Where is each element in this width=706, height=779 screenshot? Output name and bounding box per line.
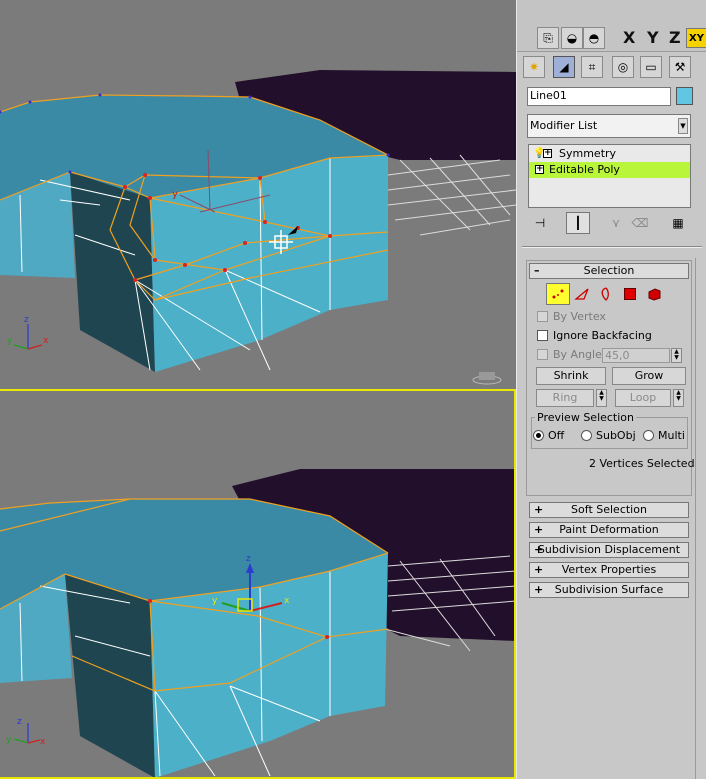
stack-toolbar: ⊣ ┃ ⋎ ⌫ ▦ bbox=[528, 212, 691, 236]
corner-axis-y: y bbox=[7, 336, 13, 346]
gizmo-z-label: z bbox=[246, 554, 251, 564]
remove-modifier-icon[interactable]: ⌫ bbox=[628, 212, 652, 234]
corner-axis-tripod bbox=[13, 324, 43, 350]
by-angle-label: By Angle: bbox=[553, 348, 606, 361]
stack-item-editable-poly[interactable]: + Editable Poly bbox=[529, 162, 690, 178]
ring-button[interactable]: Ring bbox=[536, 389, 594, 407]
corner-axis-x: x bbox=[43, 336, 49, 346]
bottom-viewport-scene: z x y z x y bbox=[0, 469, 514, 777]
configure-sets-icon[interactable]: ▦ bbox=[666, 212, 690, 234]
axis-xy-button[interactable]: XY bbox=[686, 28, 706, 48]
chevron-down-icon: ▼ bbox=[678, 118, 688, 134]
rollout-label: Soft Selection bbox=[571, 503, 647, 516]
grid bbox=[387, 154, 516, 236]
expand-icon: + bbox=[534, 583, 544, 596]
preview-selection-title: Preview Selection bbox=[535, 411, 637, 424]
expand-icon[interactable]: + bbox=[535, 165, 544, 174]
grow-button[interactable]: Grow bbox=[612, 367, 686, 385]
render-teapot-icon[interactable]: ◓ bbox=[583, 27, 605, 49]
object-color-swatch[interactable] bbox=[676, 87, 693, 105]
loop-button[interactable]: Loop bbox=[615, 389, 671, 407]
expand-icon: + bbox=[534, 563, 544, 576]
teapot-icon[interactable]: ◒ bbox=[561, 27, 583, 49]
axis-z-button[interactable]: Z bbox=[669, 28, 681, 47]
rollout-soft-selection[interactable]: + Soft Selection bbox=[529, 502, 689, 518]
rollout-paint-deformation[interactable]: + Paint Deformation bbox=[529, 522, 689, 538]
bottom-viewport[interactable]: z x y z x y bbox=[0, 389, 516, 779]
mesh-side-dark bbox=[70, 172, 155, 372]
stack-item-label: Symmetry bbox=[559, 147, 617, 160]
element-mode-icon[interactable] bbox=[642, 283, 666, 305]
object-name-input[interactable]: Line01 bbox=[527, 87, 671, 106]
top-viewport-scene: y z x y bbox=[0, 70, 516, 385]
axis-y-button[interactable]: Y bbox=[647, 28, 659, 47]
modifier-list-label: Modifier List bbox=[530, 119, 598, 132]
top-viewport[interactable]: y z x y bbox=[0, 0, 516, 389]
gizmo-x-label: x bbox=[284, 596, 290, 606]
ignore-backfacing-checkbox[interactable] bbox=[537, 330, 548, 341]
utilities-icon[interactable]: ⚒ bbox=[669, 56, 691, 78]
modifier-list-dropdown[interactable]: Modifier List ▼ bbox=[527, 114, 691, 138]
display-icon[interactable]: ▭ bbox=[640, 56, 662, 78]
create-icon[interactable]: ✷ bbox=[523, 56, 545, 78]
preview-multi-radio[interactable] bbox=[643, 430, 654, 441]
gizmo-y-label: y bbox=[212, 596, 218, 606]
expand-icon: + bbox=[534, 523, 544, 536]
border-mode-icon[interactable] bbox=[594, 283, 618, 305]
stack-item-label: Editable Poly bbox=[549, 163, 620, 176]
axis-x-button[interactable]: X bbox=[623, 28, 635, 47]
preview-subobj-radio[interactable] bbox=[581, 430, 592, 441]
corner-axis-z: z bbox=[17, 717, 22, 727]
motion-icon[interactable]: ◎ bbox=[612, 56, 634, 78]
modifier-stack: 💡 + Symmetry + Editable Poly bbox=[528, 144, 691, 208]
angle-value-input[interactable]: 45,0 bbox=[602, 348, 670, 363]
script-icon[interactable]: ⎘ bbox=[537, 27, 559, 49]
scroll-divider bbox=[695, 258, 696, 779]
loop-spinner[interactable]: ▲ ▼ bbox=[673, 389, 684, 407]
expand-icon[interactable]: + bbox=[543, 149, 552, 158]
rollout-vertex-properties[interactable]: + Vertex Properties bbox=[529, 562, 689, 578]
modify-icon[interactable]: ◢ bbox=[553, 56, 575, 78]
edge-mode-icon[interactable] bbox=[570, 283, 594, 305]
by-angle-checkbox[interactable] bbox=[537, 349, 548, 360]
preview-multi-label: Multi bbox=[658, 429, 685, 442]
selection-title: Selection bbox=[583, 264, 635, 277]
corner-axis-x: x bbox=[40, 737, 46, 747]
gizmo-y-label: y bbox=[172, 189, 178, 200]
rollout-subdivision-displacement[interactable]: + Subdivision Displacement bbox=[529, 542, 689, 558]
rollout-label: Subdivision Surface bbox=[554, 583, 664, 596]
main-toolbar: ⎘ ◒ ◓ X Y Z XY bbox=[517, 0, 706, 52]
expand-icon: + bbox=[534, 543, 544, 556]
selection-status: 2 Vertices Selected bbox=[589, 457, 695, 470]
mesh-side-dark bbox=[65, 574, 155, 777]
rollout-subdivision-surface[interactable]: + Subdivision Surface bbox=[529, 582, 689, 598]
expand-icon: + bbox=[534, 503, 544, 516]
corner-axis-z: z bbox=[24, 315, 29, 325]
preview-subobj-label: SubObj bbox=[596, 429, 636, 442]
viewcube-box[interactable] bbox=[479, 372, 495, 380]
angle-spinner[interactable]: ▲ ▼ bbox=[671, 348, 682, 363]
stack-item-symmetry[interactable]: 💡 + Symmetry bbox=[529, 146, 690, 162]
shrink-button[interactable]: Shrink bbox=[536, 367, 606, 385]
show-end-result-icon[interactable]: ┃ bbox=[566, 212, 590, 234]
divider bbox=[522, 246, 702, 248]
preview-off-radio[interactable] bbox=[533, 430, 544, 441]
pin-stack-icon[interactable]: ⊣ bbox=[528, 212, 552, 234]
collapse-icon: – bbox=[534, 264, 540, 277]
make-unique-icon[interactable]: ⋎ bbox=[604, 212, 628, 234]
by-vertex-label: By Vertex bbox=[553, 310, 606, 323]
by-vertex-checkbox[interactable] bbox=[537, 311, 548, 322]
vertex-mode-icon[interactable] bbox=[546, 283, 570, 305]
selection-rollout-header[interactable]: – Selection bbox=[529, 263, 689, 279]
rollout-label: Subdivision Displacement bbox=[537, 543, 681, 556]
ring-spinner[interactable]: ▲ ▼ bbox=[596, 389, 607, 407]
preview-off-label: Off bbox=[548, 429, 565, 442]
panel-tabs: ✷ ◢ ⌗ ◎ ▭ ⚒ bbox=[521, 56, 703, 82]
polygon-mode-icon[interactable] bbox=[618, 283, 642, 305]
rollout-label: Vertex Properties bbox=[561, 563, 657, 576]
hierarchy-icon[interactable]: ⌗ bbox=[581, 56, 603, 78]
ignore-backfacing-label: Ignore Backfacing bbox=[553, 329, 652, 342]
corner-axis-y: y bbox=[6, 735, 12, 745]
rollout-label: Paint Deformation bbox=[559, 523, 659, 536]
